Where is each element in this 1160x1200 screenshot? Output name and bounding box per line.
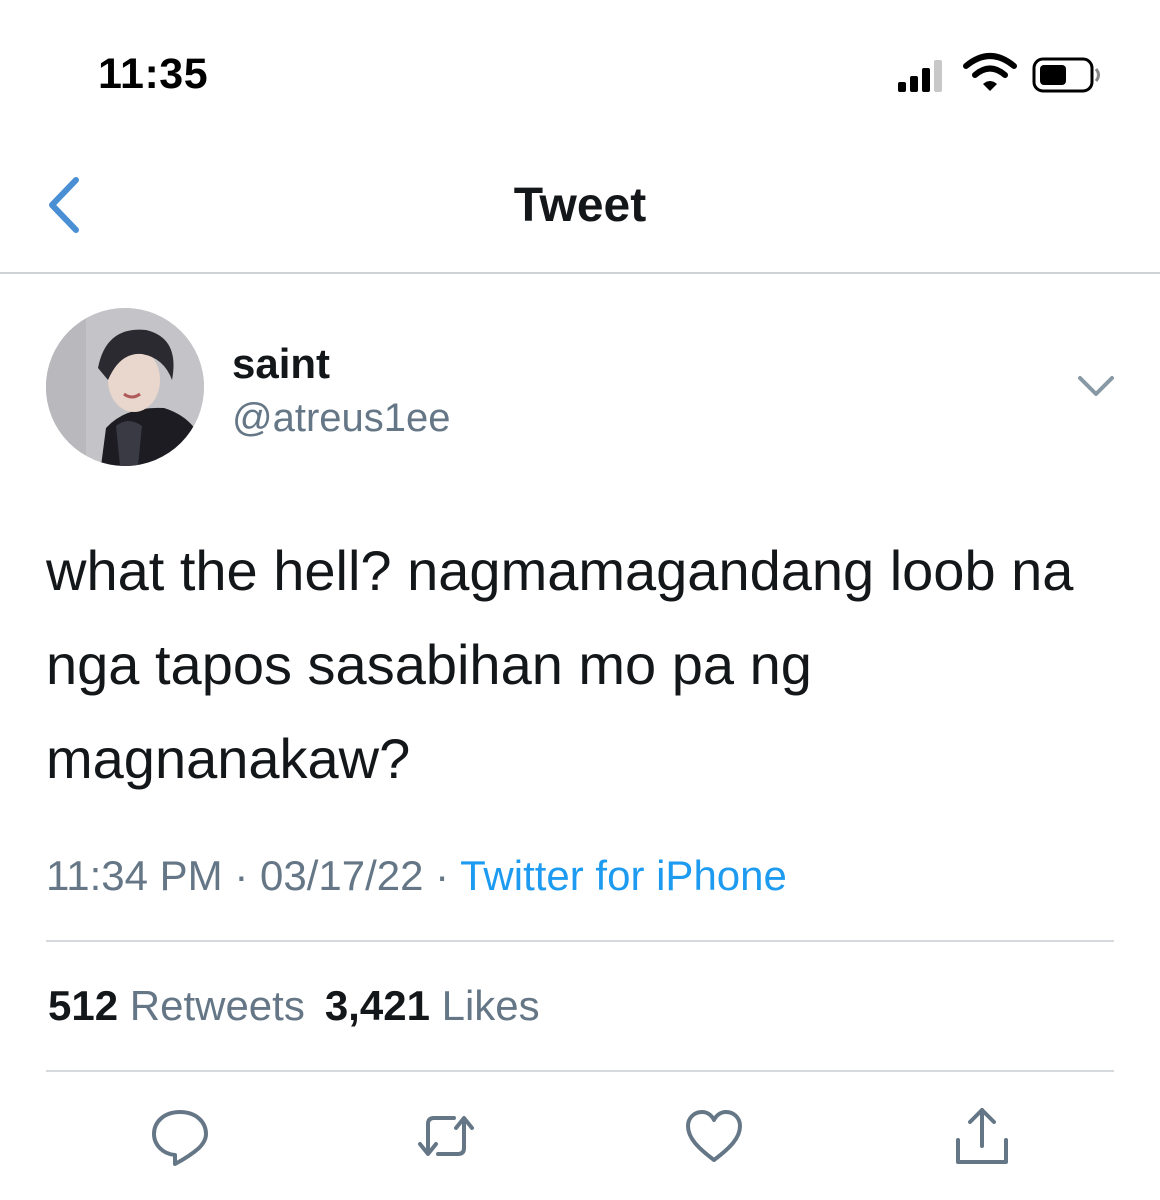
likes-count: 3,421 (324, 982, 430, 1029)
battery-icon (1032, 57, 1100, 93)
nav-bar: Tweet (0, 140, 1160, 274)
retweets-count: 512 (48, 982, 119, 1029)
status-bar: 11:35 (0, 0, 1160, 140)
likes-stat[interactable]: 3,421 Likes (325, 982, 540, 1029)
retweets-label: Retweets (129, 982, 305, 1029)
divider (46, 940, 1114, 942)
reply-icon[interactable] (148, 1104, 212, 1168)
retweet-icon[interactable] (414, 1104, 478, 1168)
tweet-source-link[interactable]: Twitter for iPhone (460, 852, 787, 899)
tweet-stats: 512 Retweets 3,421 Likes (48, 982, 540, 1030)
meta-separator: · (222, 852, 260, 899)
divider (46, 1070, 1114, 1072)
avatar[interactable] (46, 308, 204, 466)
signal-icon (898, 58, 942, 92)
likes-label: Likes (441, 982, 540, 1029)
meta-separator: · (423, 852, 461, 899)
wifi-icon (963, 53, 1017, 91)
user-handle[interactable]: @atreus1ee (232, 396, 451, 441)
avatar-portrait (46, 308, 204, 466)
share-icon[interactable] (950, 1104, 1014, 1168)
tweet-date: 03/17/22 (259, 852, 424, 899)
chevron-down-icon[interactable] (1072, 368, 1120, 408)
tweet-text: what the hell? nagmamagandang loob na ng… (46, 539, 1074, 790)
status-time: 11:35 (98, 50, 209, 98)
retweets-stat[interactable]: 512 Retweets (48, 982, 305, 1029)
tweet-time: 11:34 PM (46, 852, 223, 899)
tweet-meta: 11:34 PM · 03/17/22 · Twitter for iPhone (46, 852, 787, 900)
like-icon[interactable] (682, 1104, 746, 1168)
page-title: Tweet (513, 179, 647, 232)
display-name[interactable]: saint (232, 340, 330, 388)
